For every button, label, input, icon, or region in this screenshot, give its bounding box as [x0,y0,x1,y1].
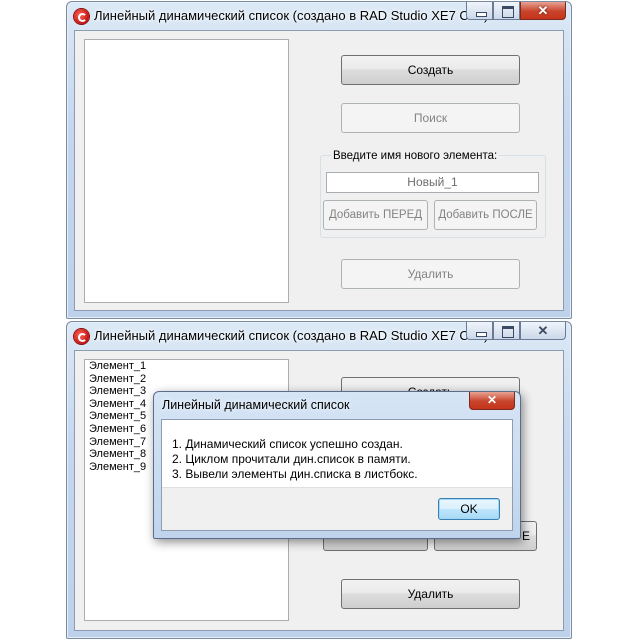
minimize-icon [476,12,487,17]
close-icon: ✕ [537,3,549,18]
window-controls: ✕ [466,322,566,342]
create-button[interactable]: Создать [341,55,520,85]
search-button[interactable]: Поиск [341,103,520,133]
maximize-button[interactable] [493,2,520,20]
maximize-button[interactable] [493,322,520,340]
message-dialog: Линейный динамический список ✕ 1. Динами… [153,391,521,539]
delete-button[interactable]: Удалить [341,259,520,289]
list-item[interactable]: Элемент_2 [85,373,288,386]
app-icon[interactable] [74,9,89,24]
minimize-button[interactable] [466,322,493,340]
message-line: 2. Циклом прочитали дин.список в памяти. [172,452,411,466]
list-item[interactable]: Элемент_1 [85,360,288,373]
message-line: 1. Динамический список успешно создан. [172,437,403,451]
elements-listbox[interactable] [84,39,289,303]
new-element-caption: Введите имя нового элемента: [331,150,500,162]
message-line: 3. Вывели элементы дин.списка в листбокс… [172,467,418,481]
title-bar[interactable]: Линейный динамический список (создано в … [67,322,571,350]
dialog-footer: OK [162,487,512,530]
app-icon[interactable] [74,329,89,344]
close-icon: ✕ [537,323,549,338]
close-button[interactable]: ✕ [520,2,566,20]
window-controls: ✕ [466,2,566,22]
minimize-icon [476,332,487,337]
window-title: Линейный динамический список (создано в … [94,8,489,23]
dialog-title: Линейный динамический список [162,398,350,412]
maximize-icon [502,6,514,18]
close-button[interactable]: ✕ [520,322,566,340]
main-window-top: Линейный динамический список (создано в … [66,1,572,319]
dialog-close-button[interactable]: ✕ [469,392,515,410]
client-area: Создать Поиск Введите имя нового элемент… [74,30,564,311]
add-after-button[interactable]: Добавить ПОСЛЕ [434,200,537,230]
delete-button[interactable]: Удалить [341,579,520,609]
title-bar[interactable]: Линейный динамический список (создано в … [67,2,571,30]
dialog-body: 1. Динамический список успешно создан. 2… [161,419,513,531]
ok-button[interactable]: OK [438,498,500,520]
new-element-name-field[interactable]: Новый_1 [326,172,539,193]
add-before-button[interactable]: Добавить ПЕРЕД [323,200,428,230]
minimize-button[interactable] [466,2,493,20]
maximize-icon [502,326,514,338]
window-title: Линейный динамический список (создано в … [94,328,489,343]
close-icon: ✕ [486,393,498,407]
